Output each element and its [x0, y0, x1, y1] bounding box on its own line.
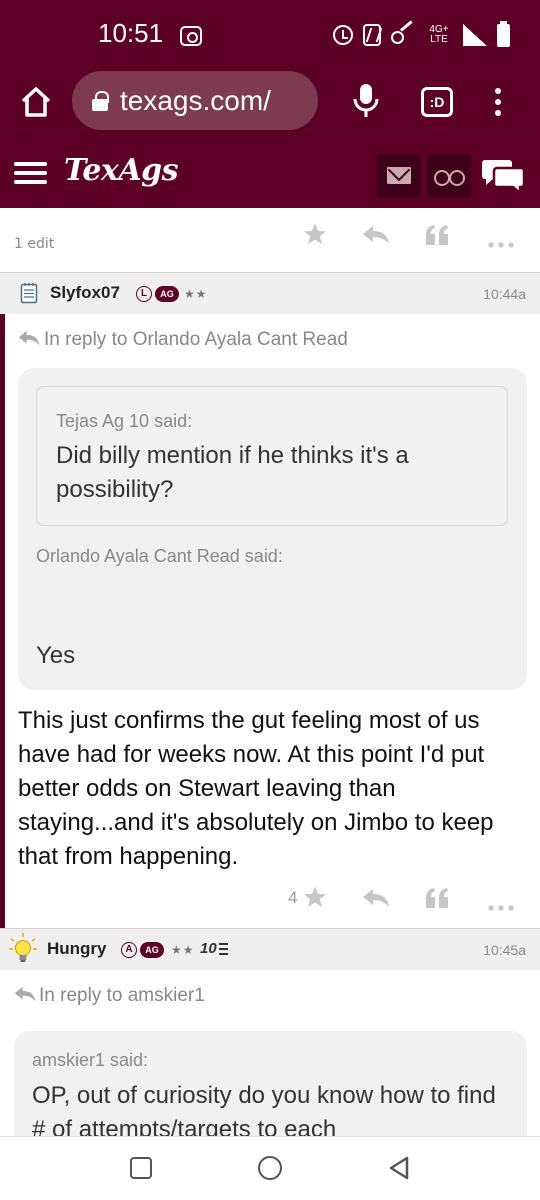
nested-quote: Tejas Ag 10 said: Did billy mention if h…	[36, 386, 508, 526]
signal-icon	[463, 24, 487, 46]
post-username[interactable]: Hungry	[47, 939, 107, 959]
star-icon[interactable]	[303, 222, 327, 250]
more-vert-icon[interactable]	[488, 86, 508, 118]
lightbulb-icon	[8, 932, 38, 970]
quote-block: amskier1 said: OP, out of curiosity do y…	[14, 1031, 527, 1136]
site-logo[interactable]: TexAgs	[64, 153, 179, 188]
reply-small-icon	[14, 986, 36, 1006]
quote-text: OP, out of curiosity do you know how to …	[32, 1082, 496, 1136]
reply-to-link[interactable]: In reply to Orlando Ayala Cant Read	[44, 329, 348, 351]
menu-icon[interactable]	[14, 162, 47, 184]
more-horiz-icon[interactable]	[488, 233, 514, 252]
quote-author: Orlando Ayala Cant Read said:	[36, 546, 283, 566]
lock-icon	[92, 90, 109, 111]
site-header: TexAgs	[0, 136, 540, 208]
status-icons: 4G+ LTE	[333, 20, 510, 48]
screen-record-icon	[180, 26, 202, 46]
star-rating: ★★	[171, 943, 195, 957]
status-bar: 10:51 4G+ LTE	[0, 0, 540, 68]
member-level-badge: A	[121, 942, 137, 958]
post-time[interactable]: 10:44a	[483, 286, 526, 302]
ag-badge: AG	[155, 286, 179, 302]
post-indicator-bar	[0, 272, 5, 928]
quote-icon[interactable]	[425, 224, 449, 250]
screen: 10:51 4G+ LTE texags.com/ :D TexAgs 1 ed…	[0, 0, 540, 1200]
star-icon[interactable]	[303, 885, 327, 913]
ten-year-badge-lines	[219, 943, 228, 955]
home-nav-icon[interactable]	[258, 1156, 282, 1180]
reply-icon[interactable]	[362, 888, 390, 912]
post-username[interactable]: Slyfox07	[50, 283, 120, 303]
binoculars-icon	[434, 168, 465, 186]
chat-icon[interactable]	[481, 158, 526, 196]
reply-small-icon	[18, 330, 40, 350]
nested-quote-author: Tejas Ag 10 said:	[56, 411, 193, 431]
post-time[interactable]: 10:45a	[483, 942, 526, 958]
reply-to-link[interactable]: In reply to amskier1	[39, 985, 205, 1007]
post-hungry: Hungry A AG ★★ 10 10:45a In reply to ams…	[0, 928, 540, 1136]
edit-count-label[interactable]: 1 edit	[14, 236, 54, 252]
browser-toolbar: texags.com/ :D	[0, 68, 540, 136]
watch-button[interactable]	[427, 154, 471, 198]
quote-icon[interactable]	[425, 887, 449, 913]
member-level-badge: L	[136, 286, 152, 302]
reply-icon[interactable]	[362, 225, 390, 249]
more-horiz-icon[interactable]	[488, 896, 514, 915]
mail-icon	[387, 167, 411, 184]
battery-icon	[497, 20, 510, 47]
star-rating: ★★	[184, 287, 208, 301]
ten-year-badge: 10	[200, 940, 217, 957]
url-text: texags.com/	[120, 84, 271, 116]
recent-apps-icon[interactable]	[130, 1157, 152, 1179]
vpn-key-icon	[391, 25, 415, 45]
network-type-label: 4G+ LTE	[429, 24, 449, 45]
address-bar[interactable]: texags.com/	[72, 71, 318, 130]
status-time: 10:51	[98, 18, 164, 48]
back-icon[interactable]	[386, 1155, 412, 1181]
home-icon[interactable]	[18, 84, 54, 120]
nested-quote-text: Did billy mention if he thinks it's a po…	[56, 442, 409, 503]
mic-icon[interactable]	[352, 82, 380, 120]
post-body: This just confirms the gut feeling most …	[18, 707, 494, 870]
star-count: 4	[288, 888, 298, 907]
alarm-icon	[333, 25, 353, 45]
post-header: Slyfox07 L AG ★★ 10:44a	[0, 272, 540, 314]
post-slyfox07: Slyfox07 L AG ★★ 10:44a In reply to Orla…	[0, 272, 540, 928]
system-nav-bar	[0, 1136, 540, 1200]
notepad-icon	[20, 282, 38, 308]
post-header: Hungry A AG ★★ 10 10:45a	[0, 928, 540, 970]
tabs-icon[interactable]: :D	[421, 87, 453, 117]
quote-author: amskier1 said:	[32, 1050, 149, 1070]
previous-post-footer: 1 edit	[0, 208, 540, 272]
quote-text: Yes	[36, 642, 76, 669]
thread-content: 1 edit Slyfox07 L AG ★★ 10:44a In reply …	[0, 208, 540, 1136]
mail-button[interactable]	[377, 154, 421, 198]
quote-block: Tejas Ag 10 said: Did billy mention if h…	[18, 368, 527, 690]
nfc-icon	[363, 24, 381, 46]
ag-badge: AG	[140, 942, 164, 958]
